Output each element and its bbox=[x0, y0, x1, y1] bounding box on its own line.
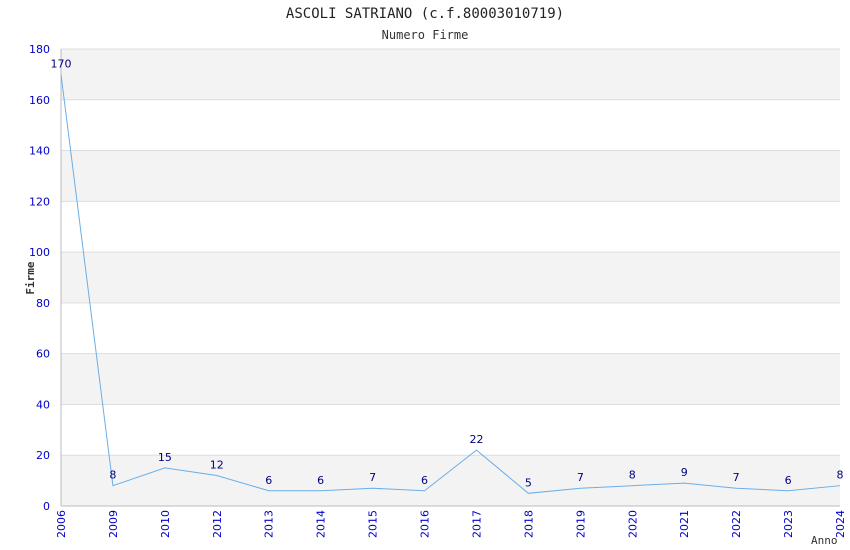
line-chart: 0 20 40 60 80 100 120 140 160 180 2006 2009 2010 201… bbox=[24, 6, 847, 547]
band-120-140 bbox=[61, 150, 840, 202]
x-tick-label-2015: 2015 bbox=[367, 510, 380, 538]
band-100-120 bbox=[61, 201, 840, 253]
chart-subtitle: Numero Firme bbox=[382, 28, 469, 42]
y-tick-label-160: 160 bbox=[29, 94, 50, 107]
band-140-160 bbox=[61, 99, 840, 151]
x-tick-label-2020: 2020 bbox=[626, 510, 639, 538]
y-tick-label-140: 140 bbox=[29, 145, 50, 158]
x-tick-label-2013: 2013 bbox=[263, 510, 276, 538]
y-axis-title: Firme bbox=[24, 261, 37, 294]
x-tick-label-2018: 2018 bbox=[522, 510, 535, 538]
data-label-2019: 7 bbox=[577, 471, 584, 484]
x-tick-label-2022: 2022 bbox=[730, 510, 743, 538]
x-axis-title: Anno bbox=[811, 534, 838, 547]
data-label-2016: 6 bbox=[421, 474, 428, 487]
y-tick-label-60: 60 bbox=[36, 348, 50, 361]
chart-title: ASCOLI SATRIANO (c.f.80003010719) bbox=[286, 6, 564, 22]
y-tick-label-0: 0 bbox=[43, 500, 50, 513]
band-0-20 bbox=[61, 455, 840, 506]
background-bands bbox=[61, 49, 840, 506]
band-40-60 bbox=[61, 353, 840, 405]
data-label-2006: 170 bbox=[51, 57, 72, 70]
band-20-40 bbox=[61, 404, 840, 456]
data-label-2010: 15 bbox=[158, 451, 172, 464]
band-60-80 bbox=[61, 302, 840, 354]
y-tick-label-80: 80 bbox=[36, 297, 50, 310]
x-tick-label-2016: 2016 bbox=[419, 510, 432, 538]
x-tick-label-2009: 2009 bbox=[107, 510, 120, 538]
x-tick-label-2017: 2017 bbox=[470, 510, 483, 538]
x-tick-label-2023: 2023 bbox=[782, 510, 795, 538]
data-label-2013: 6 bbox=[265, 474, 272, 487]
x-tick-label-2019: 2019 bbox=[574, 510, 587, 538]
x-tick-label-2012: 2012 bbox=[211, 510, 224, 538]
x-tick-label-2021: 2021 bbox=[678, 510, 691, 538]
y-tick-label-40: 40 bbox=[36, 398, 50, 411]
y-tick-label-120: 120 bbox=[29, 195, 50, 208]
data-label-2012: 12 bbox=[210, 459, 224, 472]
band-160-180 bbox=[61, 49, 840, 100]
data-label-2018: 5 bbox=[525, 476, 532, 489]
data-label-2022: 7 bbox=[733, 471, 740, 484]
y-tick-label-100: 100 bbox=[29, 246, 50, 259]
y-tick-label-20: 20 bbox=[36, 449, 50, 462]
x-tick-labels: 2006 2009 2010 2012 2013 2014 2015 2016 2017 2018… bbox=[55, 510, 847, 538]
data-label-2023: 6 bbox=[785, 474, 792, 487]
y-tick-label-180: 180 bbox=[29, 43, 50, 56]
x-tick-label-2006: 2006 bbox=[55, 510, 68, 538]
data-label-2024: 8 bbox=[837, 469, 844, 482]
band-80-100 bbox=[61, 252, 840, 303]
data-label-2014: 6 bbox=[317, 474, 324, 487]
x-tick-label-2010: 2010 bbox=[159, 510, 172, 538]
data-label-2009: 8 bbox=[109, 469, 116, 482]
x-tick-label-2014: 2014 bbox=[315, 510, 328, 538]
data-label-2015: 7 bbox=[369, 471, 376, 484]
data-label-2020: 8 bbox=[629, 469, 636, 482]
data-label-2017: 22 bbox=[469, 433, 483, 446]
data-label-2021: 9 bbox=[681, 466, 688, 479]
